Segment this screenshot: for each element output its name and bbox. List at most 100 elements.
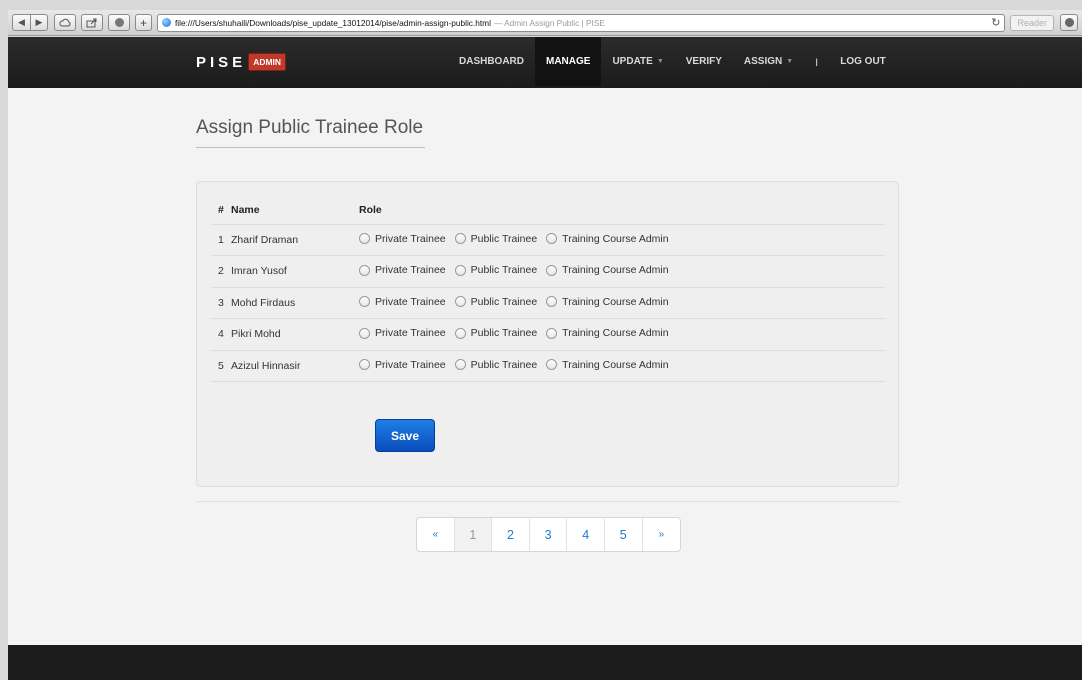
nav-separator: I bbox=[815, 56, 819, 69]
nav-assign[interactable]: ASSIGN ▼ bbox=[733, 37, 804, 86]
role-option-label: Public Trainee bbox=[470, 327, 538, 339]
pagination-page[interactable]: 2 bbox=[492, 518, 530, 551]
role-option-label: Training Course Admin bbox=[562, 232, 669, 245]
reader-button[interactable]: Reader bbox=[1010, 14, 1054, 31]
pagination-page[interactable]: 5 bbox=[605, 518, 643, 551]
nav-manage[interactable]: MANAGE bbox=[535, 37, 602, 86]
radio-button[interactable] bbox=[359, 264, 370, 276]
nav-update[interactable]: UPDATE ▼ bbox=[601, 37, 674, 86]
nav-dashboard[interactable]: DASHBOARD bbox=[448, 37, 535, 86]
role-radio-option[interactable]: Training Course Admin bbox=[546, 232, 669, 245]
pagination-page[interactable]: 4 bbox=[567, 518, 605, 551]
radio-button[interactable] bbox=[454, 296, 466, 307]
role-radio-option[interactable]: Private Trainee bbox=[359, 233, 446, 245]
brand-logo[interactable]: PISE ADMIN bbox=[196, 53, 287, 71]
cloud-icon bbox=[59, 18, 71, 27]
chevron-down-icon: ▼ bbox=[656, 58, 664, 65]
assign-role-card: # Name Role 1 Zharif Draman Private Traine… bbox=[196, 181, 899, 487]
role-option-label: Public Trainee bbox=[470, 264, 538, 276]
trainee-name: Mohd Firdaus bbox=[231, 287, 359, 319]
radio-button[interactable] bbox=[546, 296, 558, 307]
role-radio-option[interactable]: Public Trainee bbox=[454, 233, 537, 245]
row-number: 1 bbox=[211, 224, 231, 256]
divider bbox=[196, 501, 899, 502]
role-radio-option[interactable]: Private Trainee bbox=[359, 264, 446, 276]
role-radio-option[interactable]: Private Trainee bbox=[359, 327, 446, 339]
table-row: 5 Azizul Hinnasir Private Trainee Public Tr… bbox=[211, 350, 885, 382]
radio-button[interactable] bbox=[454, 233, 466, 244]
role-radio-option[interactable]: Public Trainee bbox=[454, 327, 538, 339]
nav-logout[interactable]: LOG OUT bbox=[829, 37, 897, 86]
nav-verify[interactable]: VERIFY bbox=[675, 37, 733, 86]
role-table: # Name Role 1 Zharif Draman Private Traine… bbox=[211, 197, 885, 382]
browser-toolbar: ◀ ▶ + file:///Users/shuhaili/Downloads/p… bbox=[8, 10, 1082, 36]
radio-button[interactable] bbox=[359, 327, 370, 339]
reload-icon[interactable]: ↻ bbox=[985, 16, 1000, 29]
role-options: Private Trainee Public Trainee Training Co… bbox=[359, 350, 885, 382]
pagination-prev[interactable]: « bbox=[417, 518, 455, 551]
new-tab-button[interactable]: + bbox=[135, 14, 152, 31]
download-icon bbox=[1064, 18, 1074, 27]
table-row: 4 Pikri Mohd Private Trainee Public Trainee… bbox=[211, 318, 885, 351]
pagination-next[interactable]: » bbox=[643, 518, 681, 551]
radio-button[interactable] bbox=[546, 327, 558, 339]
radio-button[interactable] bbox=[359, 296, 370, 307]
trainee-name: Imran Yusof bbox=[231, 255, 359, 288]
radio-button[interactable] bbox=[359, 359, 370, 370]
icloud-button[interactable] bbox=[54, 14, 76, 31]
role-radio-option[interactable]: Private Trainee bbox=[359, 296, 446, 308]
row-number: 4 bbox=[211, 318, 231, 351]
topsites-button[interactable] bbox=[108, 14, 130, 31]
role-radio-option[interactable]: Private Trainee bbox=[359, 359, 446, 371]
role-radio-option[interactable]: Training Course Admin bbox=[546, 327, 669, 339]
role-radio-option[interactable]: Public Trainee bbox=[454, 264, 538, 276]
nav-menu: DASHBOARD MANAGE UPDATE ▼ VERIFY ASSIGN ▼ … bbox=[448, 37, 897, 88]
back-button[interactable]: ◀ bbox=[12, 14, 30, 31]
role-option-label: Private Trainee bbox=[375, 327, 446, 339]
nav-manage-label: MANAGE bbox=[546, 56, 591, 67]
role-options: Private Trainee Public Trainee Training Co… bbox=[359, 318, 885, 351]
trainee-name: Zharif Draman bbox=[231, 224, 359, 256]
brand-text: PISE bbox=[196, 53, 247, 71]
role-radio-option[interactable]: Training Course Admin bbox=[546, 295, 669, 308]
history-buttons: ◀ ▶ bbox=[12, 14, 48, 31]
radio-button[interactable] bbox=[454, 327, 466, 339]
role-option-label: Private Trainee bbox=[375, 358, 446, 371]
nav-update-label: UPDATE bbox=[612, 56, 653, 67]
table-row: 1 Zharif Draman Private Trainee Public Trai… bbox=[211, 224, 885, 256]
save-button[interactable]: Save bbox=[375, 419, 435, 452]
role-option-label: Training Course Admin bbox=[562, 295, 669, 308]
address-bar[interactable]: file:///Users/shuhaili/Downloads/pise_up… bbox=[157, 13, 1006, 32]
row-number: 5 bbox=[211, 350, 231, 382]
row-number: 2 bbox=[211, 255, 231, 288]
role-option-label: Public Trainee bbox=[470, 295, 538, 308]
role-options: Private Trainee Public Trainee Training Co… bbox=[359, 287, 885, 319]
role-radio-option[interactable]: Training Course Admin bbox=[546, 359, 669, 371]
nav-dashboard-label: DASHBOARD bbox=[459, 56, 524, 67]
role-radio-option[interactable]: Public Trainee bbox=[454, 359, 537, 371]
radio-button[interactable] bbox=[359, 233, 370, 244]
share-button[interactable] bbox=[81, 14, 103, 31]
circle-icon bbox=[114, 18, 124, 27]
table-row: 2 Imran Yusof Private Trainee Public Traine… bbox=[211, 255, 885, 288]
role-radio-option[interactable]: Training Course Admin bbox=[546, 264, 669, 276]
trainee-name: Azizul Hinnasir bbox=[231, 350, 359, 382]
trainee-name: Pikri Mohd bbox=[231, 318, 359, 351]
radio-button[interactable] bbox=[454, 359, 466, 370]
role-option-label: Private Trainee bbox=[375, 232, 446, 245]
role-option-label: Private Trainee bbox=[375, 264, 446, 276]
table-header-row: # Name Role bbox=[211, 197, 885, 225]
radio-button[interactable] bbox=[546, 233, 558, 244]
radio-button[interactable] bbox=[546, 264, 558, 276]
role-options: Private Trainee Public Trainee Training Co… bbox=[359, 224, 885, 256]
nav-assign-label: ASSIGN bbox=[743, 56, 783, 67]
pagination-page[interactable]: 1 bbox=[454, 518, 493, 551]
nav-logout-label: LOG OUT bbox=[840, 56, 886, 67]
downloads-button[interactable] bbox=[1060, 14, 1078, 31]
forward-button[interactable]: ▶ bbox=[30, 14, 48, 31]
radio-button[interactable] bbox=[546, 359, 558, 370]
pagination-page[interactable]: 3 bbox=[530, 518, 568, 551]
admin-badge: ADMIN bbox=[248, 53, 287, 71]
role-radio-option[interactable]: Public Trainee bbox=[454, 295, 538, 308]
radio-button[interactable] bbox=[454, 264, 466, 276]
